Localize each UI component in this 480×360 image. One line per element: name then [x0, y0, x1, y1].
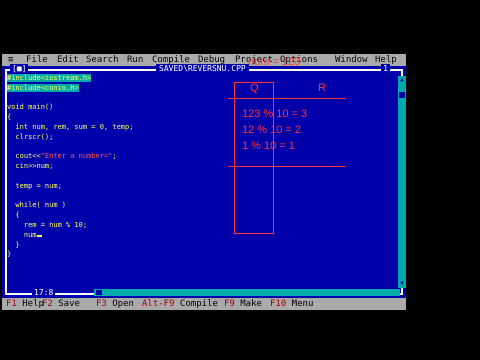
code-line[interactable]: { — [7, 113, 133, 123]
code-text: while( num ) — [7, 201, 67, 210]
annotation-title: num = 123 — [248, 56, 301, 68]
code-text: } — [7, 240, 20, 249]
annotation-row: 1 % 10 = 1 — [242, 140, 295, 152]
status-item[interactable]: F9 Make — [224, 298, 262, 310]
annotation-header-q: Q — [250, 82, 259, 94]
status-key: F9 — [224, 299, 235, 309]
code-line[interactable] — [7, 172, 133, 182]
status-key: F3 — [96, 299, 107, 309]
code-text: void main() — [7, 103, 54, 112]
code-text: temp = num; — [7, 181, 62, 190]
status-label: Make — [234, 299, 262, 309]
text-cursor — [36, 234, 42, 237]
vertical-scroll-thumb[interactable] — [399, 92, 405, 98]
code-line[interactable] — [7, 94, 133, 104]
status-label: Help — [16, 299, 44, 309]
code-text: cout<< — [7, 152, 41, 161]
status-key: F2 — [42, 299, 53, 309]
status-item[interactable]: F3 Open — [96, 298, 134, 310]
code-line[interactable]: cout<<"Enter a number="; — [7, 152, 133, 162]
code-line[interactable]: #include<iostream.h> — [7, 74, 133, 84]
editor-title-bar: [■] SAVED\REVERSNU.CPP 1 — [2, 64, 406, 74]
code-text: { — [7, 113, 12, 122]
horizontal-scroll-thumb[interactable] — [96, 290, 102, 295]
vertical-scrollbar[interactable]: ▲ ▼ — [398, 76, 406, 288]
annotation-header-line — [228, 98, 346, 99]
code-line[interactable]: rem = num % 10; — [7, 221, 133, 231]
annotation-divider-line — [228, 166, 346, 167]
status-item[interactable]: F1 Help — [6, 298, 44, 310]
status-label: Save — [52, 299, 80, 309]
scroll-down-icon[interactable]: ▼ — [398, 280, 406, 288]
status-label: Compile — [174, 299, 218, 309]
status-item[interactable]: F2 Save — [42, 298, 80, 310]
window-number: 1 — [381, 64, 390, 74]
status-key: Alt-F9 — [142, 299, 175, 309]
annotation-header-r: R — [318, 82, 326, 94]
status-bar: F1 Help F2 Save F3 Open Alt-F9 Compile F9 Ma… — [2, 298, 406, 310]
code-text: } — [7, 250, 12, 259]
status-item[interactable]: F10 Menu — [270, 298, 313, 310]
close-box-icon[interactable]: [■] — [10, 64, 29, 74]
code-line[interactable]: int num, rem, sum = 0, temp; — [7, 123, 133, 133]
code-line[interactable]: num — [7, 231, 133, 241]
code-text: ; — [112, 152, 117, 161]
annotation-q-box — [234, 82, 274, 234]
status-label: Menu — [286, 299, 314, 309]
code-text: int num, rem, sum = 0, temp; — [7, 122, 134, 131]
code-text: rem = num % 10; — [7, 220, 88, 229]
code-text: num — [7, 230, 37, 239]
annotation-row: 12 % 10 = 2 — [242, 124, 302, 136]
code-line[interactable]: } — [7, 250, 133, 260]
code-line[interactable]: } — [7, 241, 133, 251]
include-directive: #include<conio.h> — [7, 83, 79, 92]
code-line[interactable]: cin>>num; — [7, 162, 133, 172]
code-line[interactable]: { — [7, 211, 133, 221]
code-line[interactable]: void main() — [7, 103, 133, 113]
status-item[interactable]: Alt-F9 Compile — [142, 298, 218, 310]
status-key: F1 — [6, 299, 17, 309]
annotation-row: 123 % 10 = 3 — [242, 108, 308, 120]
scroll-up-icon[interactable]: ▲ — [398, 76, 406, 84]
cursor-position: 17:8 — [32, 288, 56, 298]
editor-filename: SAVED\REVERSNU.CPP — [156, 64, 249, 74]
editor-window[interactable]: [■] SAVED\REVERSNU.CPP 1 #include<iostre… — [2, 64, 406, 298]
code-area[interactable]: #include<iostream.h> #include<conio.h> voi… — [7, 74, 133, 260]
include-directive: #include<iostream.h> — [7, 74, 92, 82]
code-line[interactable] — [7, 192, 133, 202]
code-line[interactable]: #include<conio.h> — [7, 83, 133, 94]
code-line[interactable]: while( num ) — [7, 201, 133, 211]
code-text: { — [7, 211, 20, 220]
code-line[interactable] — [7, 143, 133, 153]
code-line[interactable]: temp = num; — [7, 182, 133, 192]
status-label: Open — [106, 299, 134, 309]
status-key: F10 — [270, 299, 287, 309]
code-text: cin>>num; — [7, 162, 54, 171]
code-text: clrscr(); — [7, 132, 54, 141]
code-line[interactable]: clrscr(); — [7, 133, 133, 143]
string-literal: "Enter a number=" — [40, 152, 113, 161]
horizontal-scrollbar[interactable] — [94, 289, 400, 296]
